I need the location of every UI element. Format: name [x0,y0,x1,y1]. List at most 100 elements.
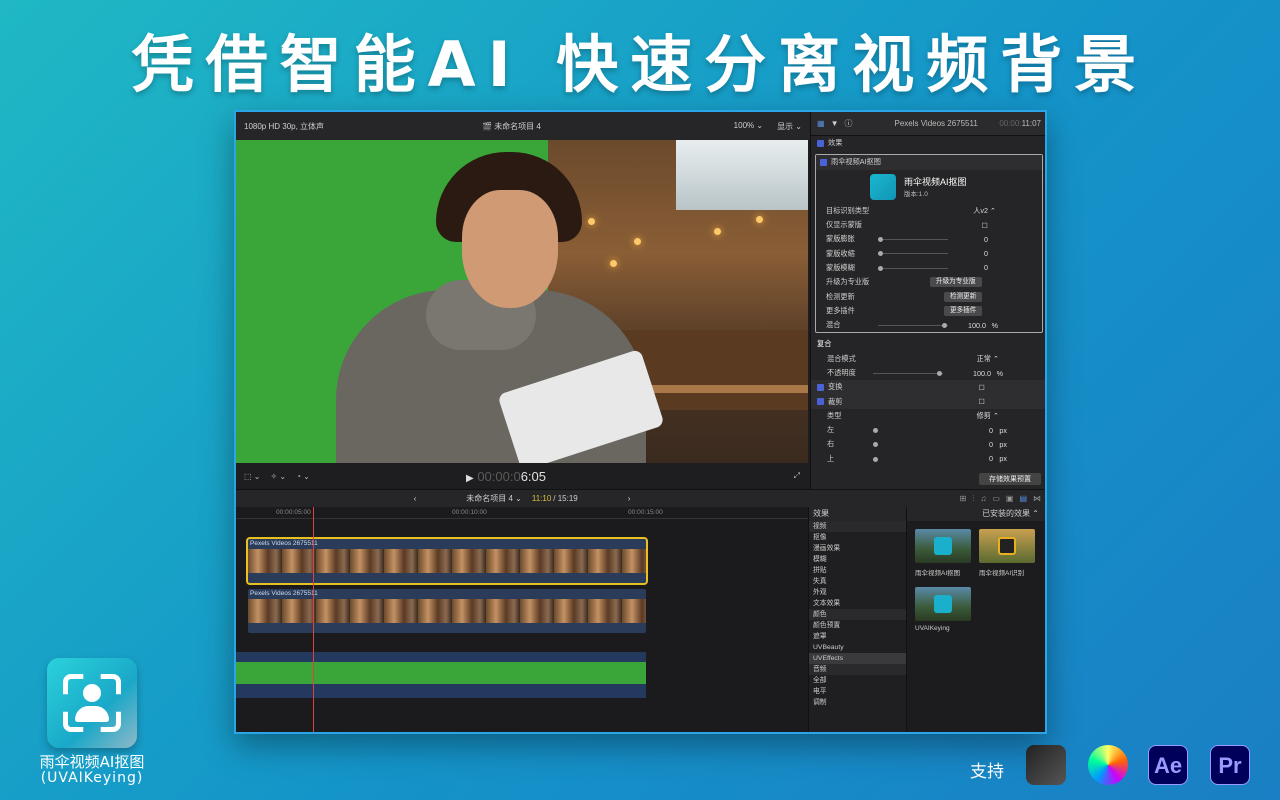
crop-checkbox[interactable] [817,398,824,406]
crop-row[interactable]: 左 0 px [811,423,1045,437]
snap-icon[interactable]: ⫶ [972,494,974,504]
index-icon[interactable]: ▣ [1006,494,1014,503]
param-value[interactable]: 0 [984,235,988,244]
transform-checkbox[interactable] [817,383,824,391]
param-checkbox[interactable]: ☐ [982,221,988,230]
effect-category-item[interactable]: 文本效果 [809,598,906,609]
crop-value[interactable]: 0 [989,454,993,463]
green-clip[interactable] [236,652,646,698]
effects-checkbox[interactable] [817,139,824,147]
video-viewer[interactable] [236,140,808,463]
speed-icon[interactable]: ◔ ⌄ [296,472,310,481]
param-value[interactable]: 0 [984,263,988,272]
effect-category-item[interactable]: 外观 [809,587,906,598]
param-slider[interactable] [878,253,948,255]
installed-effects-dropdown[interactable]: 已安装的效果 ⌃ [907,507,1045,521]
fullscreen-icon[interactable]: ⤢ [794,471,800,481]
mix-knob[interactable] [942,322,947,328]
upgrade-button[interactable]: 升级为专业版 [930,277,982,288]
crop-knob[interactable] [873,428,878,434]
blend-row[interactable]: 混合模式 正常 ⌃ [811,352,1045,366]
plugin-header[interactable]: 雨伞视频AI抠图 [816,155,1042,170]
crop-section[interactable]: 裁剪 ☐ [811,394,1045,409]
crop-type-dropdown[interactable]: 修剪 ⌃ [977,411,999,421]
more-plugins-button[interactable]: 更多插件 [944,305,983,316]
opacity-slider[interactable] [873,372,943,374]
effect-category-item[interactable]: 全部 [809,675,906,686]
crop-toggle-icon[interactable]: ☐ [979,397,985,406]
magic-wand-icon[interactable]: ✧ ⌄ [270,472,286,481]
param-slider[interactable] [878,239,948,241]
effects-section[interactable]: 效果 [811,136,1045,150]
mix-value[interactable]: 100.0 [968,321,986,330]
param-row[interactable]: 蒙版模糊 0 [816,261,1042,275]
timeline[interactable]: 00:00:05:00 00:00:10:00 00:00:15:00 Pexe… [236,507,808,732]
effect-tile[interactable] [915,529,971,563]
param-row[interactable]: 蒙版收缩 0 [816,246,1042,260]
zoom-dropdown[interactable]: 100% ⌄ [734,121,763,132]
crop-knob[interactable] [873,456,878,462]
effect-category-item[interactable]: 失真 [809,576,906,587]
effect-category-item[interactable]: 拼贴 [809,565,906,576]
effect-category-item[interactable]: 调制 [809,697,906,708]
opacity-knob[interactable] [937,370,942,376]
transitions-icon[interactable]: ⋈ [1033,494,1041,503]
effect-category-item[interactable]: UVBeauty [809,642,906,653]
timeline-project[interactable]: 未命名项目 4 ⌄ [466,493,522,504]
slider-knob[interactable] [878,237,883,243]
param-value[interactable]: 人v2 ⌃ [973,206,996,216]
crop-knob[interactable] [873,442,878,448]
effect-category-item[interactable]: 颜色 [809,609,906,620]
opacity-row[interactable]: 不透明度 100.0% [811,366,1045,380]
browser-icon[interactable]: ▤ [1019,494,1027,503]
param-row[interactable]: 仅显示蒙版 ☐ [816,218,1042,232]
slider-knob[interactable] [878,265,883,271]
headphones-icon[interactable]: ♫ [980,494,986,503]
forward-arrow-icon[interactable]: › [628,494,631,503]
transform-tool-icon[interactable]: ⬚ ⌄ [244,472,260,481]
crop-value[interactable]: 0 [989,440,993,449]
playhead[interactable] [313,507,314,732]
slider-knob[interactable] [878,251,883,257]
mix-slider[interactable] [878,324,948,326]
effect-category-item[interactable]: 抠像 [809,532,906,543]
skimming-icon[interactable]: ▭ [992,494,1000,503]
effect-category-item[interactable]: 电平 [809,686,906,697]
back-arrow-icon[interactable]: ‹ [414,494,417,503]
effect-category-item[interactable]: UVEffects [809,653,906,664]
effect-category-item[interactable]: 颜色预置 [809,620,906,631]
crop-row[interactable]: 上 0 px [811,452,1045,466]
crop-value[interactable]: 0 [989,426,993,435]
transform-toggle-icon[interactable]: ☐ [979,383,985,392]
crop-type-row[interactable]: 类型 修剪 ⌃ [811,409,1045,423]
param-slider[interactable] [878,267,948,269]
check-update-button[interactable]: 检测更新 [944,291,983,302]
param-value[interactable]: 0 [984,249,988,258]
clip-appearance-icon[interactable]: ⊞ [960,494,967,503]
plugin-checkbox[interactable] [820,158,827,166]
composite-section[interactable]: 复合 [811,337,1045,351]
save-preset-button[interactable]: 存储效果预置 [979,473,1041,485]
play-icon[interactable]: ▶ [466,473,474,484]
opacity-value[interactable]: 100.0 [973,369,991,378]
effect-category-item[interactable]: 模糊 [809,554,906,565]
video-clip[interactable]: Pexels Videos 2675511 [248,589,646,633]
mix-row[interactable]: 混合 100.0% [816,318,1042,332]
effect-category-item[interactable]: 视频 [809,521,906,532]
param-row[interactable]: 蒙版膨胀 0 [816,232,1042,246]
transform-section[interactable]: 变换 ☐ [811,380,1045,395]
display-dropdown[interactable]: 显示 ⌄ [777,121,802,132]
timeline-ruler[interactable]: 00:00:05:00 00:00:10:00 00:00:15:00 [236,507,808,519]
param-row[interactable]: 目标识别类型 人v2 ⌃ [816,204,1042,218]
filter-icon[interactable]: ▼ [831,119,839,128]
info-icon[interactable]: ⓘ [844,118,852,129]
effect-tile[interactable] [915,587,971,621]
crop-row[interactable]: 右 0 px [811,437,1045,451]
film-icon[interactable]: ▦ [817,119,825,128]
effect-tile[interactable] [979,529,1035,563]
video-clip-selected[interactable]: Pexels Videos 2675511 [246,537,648,585]
effect-category-item[interactable]: 音频 [809,664,906,675]
blend-dropdown[interactable]: 正常 ⌃ [977,354,999,364]
effect-category-item[interactable]: 遮罩 [809,631,906,642]
effect-category-item[interactable]: 漫画效果 [809,543,906,554]
